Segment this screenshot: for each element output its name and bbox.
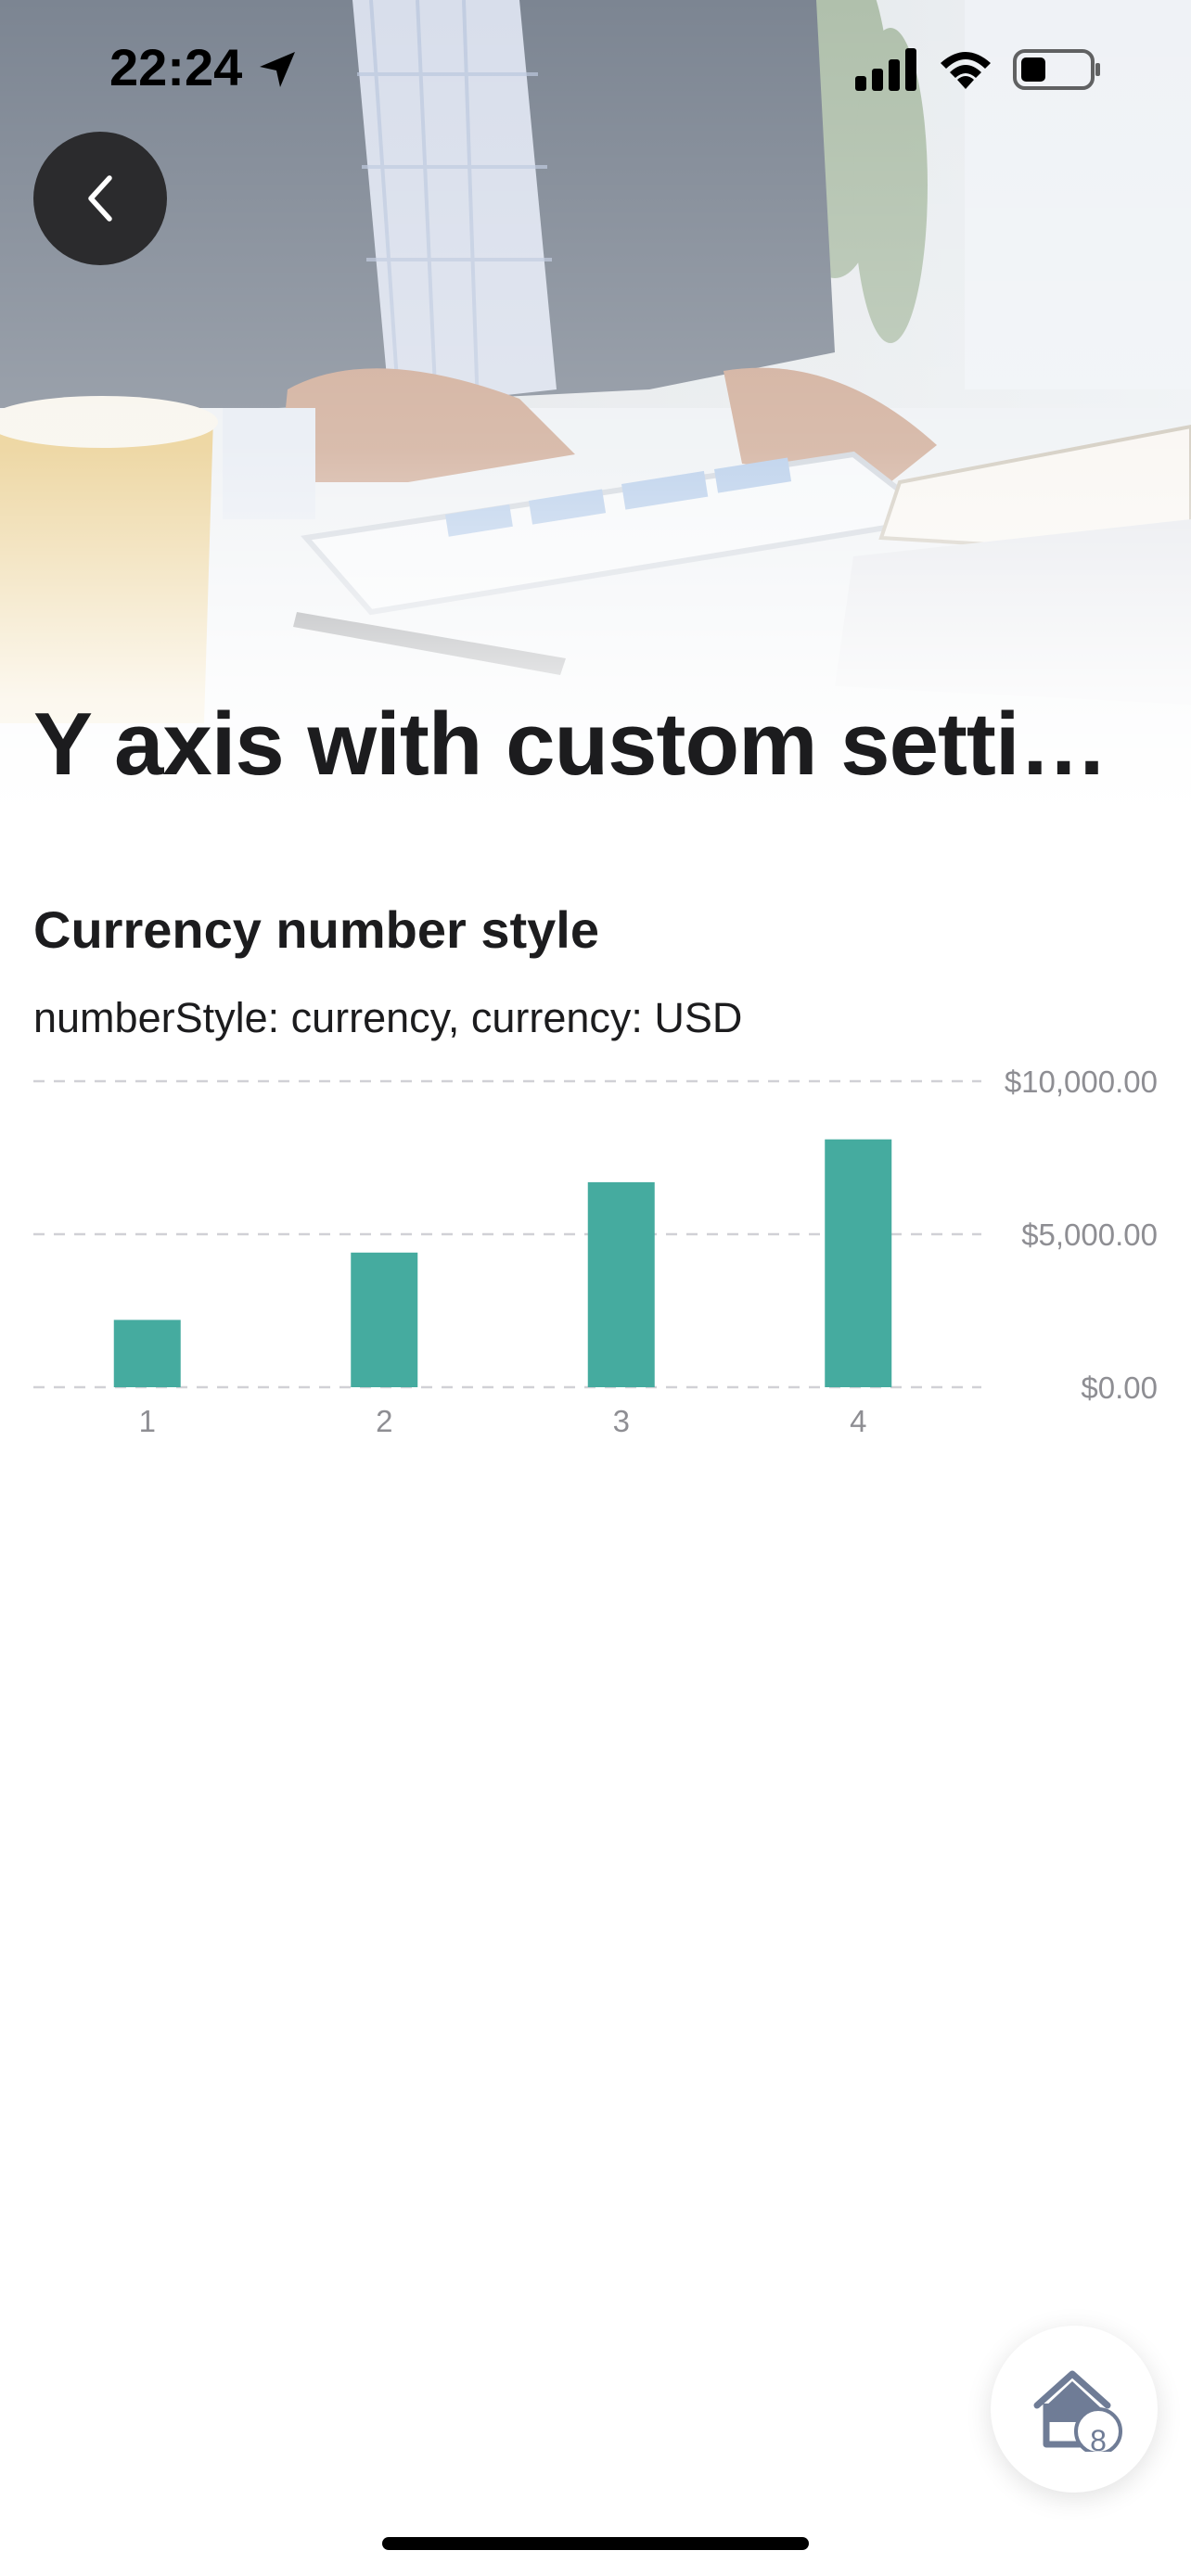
- x-tick-label: 4: [850, 1404, 866, 1438]
- y-tick-label: $5,000.00: [1021, 1218, 1158, 1252]
- wifi-icon: [941, 52, 991, 89]
- bar-4: [825, 1139, 892, 1387]
- bar-1: [113, 1320, 181, 1387]
- status-time: 22:24: [109, 38, 243, 96]
- home-indicator: [382, 2537, 809, 2550]
- bar-3: [587, 1181, 655, 1387]
- cellular-signal-icon: [855, 48, 916, 91]
- y-tick-label: $10,000.00: [1005, 1065, 1158, 1099]
- x-tick-label: 1: [139, 1404, 156, 1438]
- section-subtitle: numberStyle: currency, currency: USD: [33, 994, 743, 1041]
- x-tick-label: 3: [613, 1404, 630, 1438]
- bar-2: [351, 1252, 418, 1387]
- location-arrow-icon: [260, 52, 295, 87]
- y-tick-label: $0.00: [1081, 1371, 1158, 1405]
- home-badge: 8: [1090, 2424, 1107, 2457]
- section-title: Currency number style: [33, 900, 599, 959]
- status-bar: 22:24: [0, 0, 1191, 139]
- x-tick-label: 2: [376, 1404, 392, 1438]
- chart-canvas: $10,000.00 $5,000.00 $0.00 1 2 3 4: [33, 1065, 1158, 1438]
- home-button[interactable]: 8: [991, 2326, 1158, 2493]
- back-button[interactable]: [33, 132, 167, 265]
- screen: 22:24 Y axis with custom setti… Currency: [0, 0, 1191, 2576]
- page-title: Y axis with custom setti…: [33, 695, 1108, 794]
- battery-icon: [1013, 49, 1100, 90]
- bar-chart: $10,000.00 $5,000.00 $0.00 1 2 3 4: [0, 1057, 1191, 1447]
- chevron-left-icon: [88, 175, 112, 222]
